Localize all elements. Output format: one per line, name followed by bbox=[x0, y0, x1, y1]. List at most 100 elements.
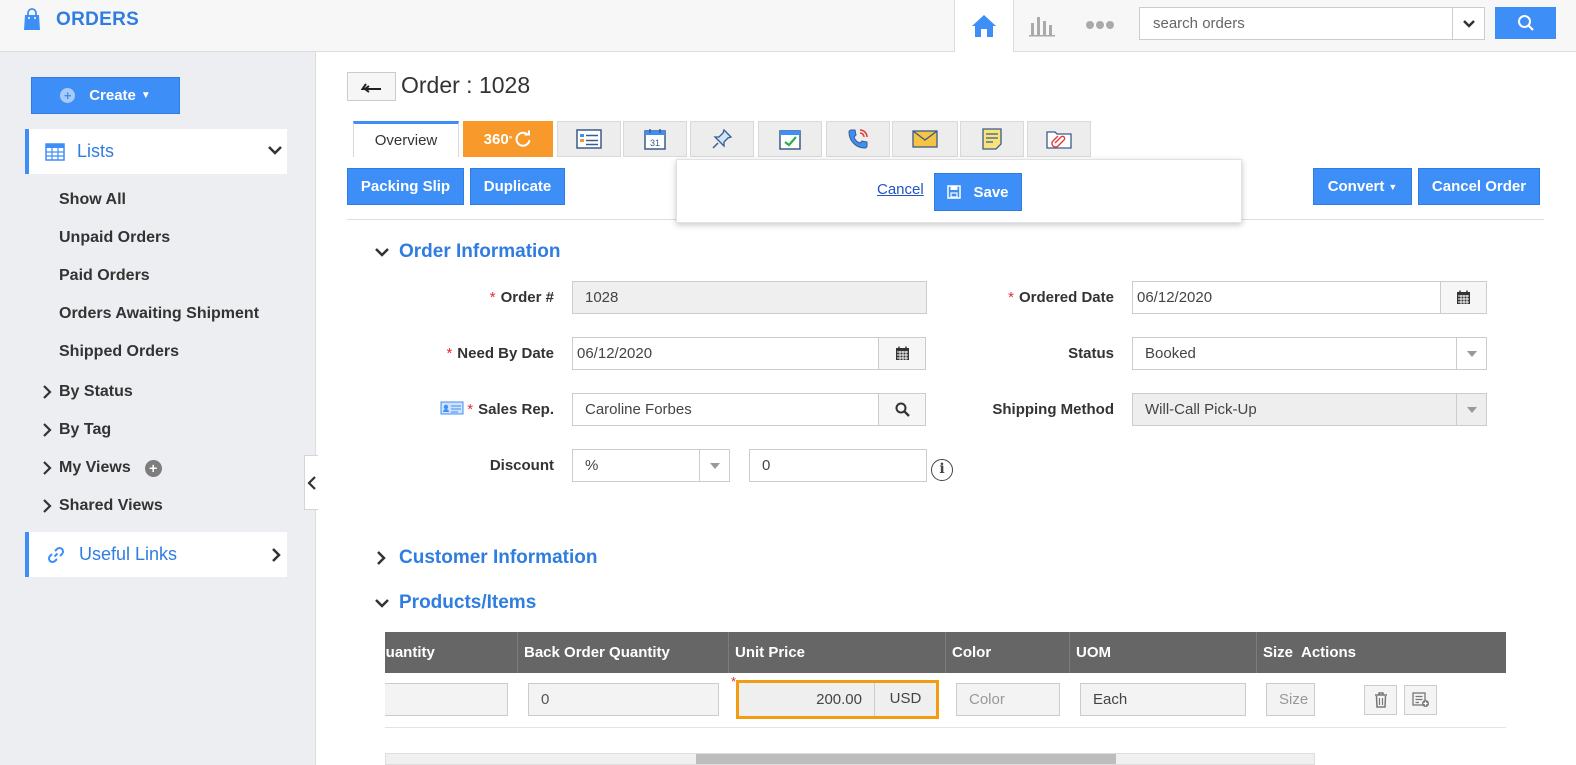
discount-type-dropdown-toggle[interactable] bbox=[699, 450, 729, 481]
column-header-unit-price[interactable]: Unit Price bbox=[735, 644, 805, 661]
status-select[interactable]: Booked bbox=[1132, 337, 1487, 370]
tab-emails[interactable] bbox=[892, 121, 958, 157]
field-placeholder: Size bbox=[1279, 691, 1309, 708]
search-icon bbox=[1517, 15, 1534, 31]
column-header-uom[interactable]: UOM bbox=[1076, 644, 1111, 661]
button-label: Convert bbox=[1327, 178, 1385, 195]
info-icon[interactable]: i bbox=[931, 459, 953, 481]
back-button[interactable] bbox=[347, 72, 396, 101]
row-divider bbox=[385, 727, 1506, 728]
packing-slip-button[interactable]: Packing Slip bbox=[347, 168, 464, 205]
horizontal-scrollbar[interactable] bbox=[385, 753, 1315, 765]
unit-price-field[interactable]: 200.00 USD bbox=[736, 680, 939, 719]
search-icon bbox=[895, 402, 910, 417]
column-divider bbox=[517, 632, 518, 673]
sidebar-group-my-views[interactable]: My Views + bbox=[40, 459, 162, 477]
field-value: Caroline Forbes bbox=[585, 401, 692, 418]
sidebar-useful-links[interactable]: Useful Links bbox=[25, 532, 287, 577]
create-button[interactable]: + Create ▼ bbox=[31, 77, 180, 114]
more-button[interactable] bbox=[1080, 10, 1120, 40]
order-number-field[interactable]: 1028 bbox=[572, 281, 927, 314]
section-order-information[interactable]: Order Information bbox=[374, 241, 561, 263]
add-view-icon[interactable]: + bbox=[144, 459, 162, 477]
need-by-date-field[interactable]: 06/12/2020 bbox=[572, 337, 926, 370]
ordered-date-picker[interactable] bbox=[1440, 281, 1487, 314]
sidebar-item-awaiting-shipment[interactable]: Orders Awaiting Shipment bbox=[59, 305, 259, 323]
sidebar-group-shared-views[interactable]: Shared Views bbox=[40, 497, 163, 515]
tab-notes-pin[interactable] bbox=[690, 121, 754, 157]
column-header-color[interactable]: Color bbox=[952, 644, 991, 661]
calendar-icon bbox=[895, 346, 909, 360]
scrollbar-thumb[interactable] bbox=[696, 754, 1116, 764]
app-brand[interactable]: ORDERS bbox=[22, 8, 139, 32]
home-icon bbox=[972, 15, 996, 37]
ordered-date-field[interactable]: 06/12/2020 bbox=[1132, 281, 1487, 314]
color-field[interactable]: Color bbox=[956, 683, 1060, 716]
refresh-icon bbox=[515, 130, 531, 147]
sidebar-group-by-tag[interactable]: By Tag bbox=[40, 421, 111, 439]
cancel-order-button[interactable]: Cancel Order bbox=[1418, 168, 1540, 205]
discount-type-select[interactable]: % bbox=[572, 449, 730, 482]
sidebar-item-shipped-orders[interactable]: Shipped Orders bbox=[59, 343, 179, 361]
section-customer-information[interactable]: Customer Information bbox=[374, 547, 597, 569]
envelope-icon bbox=[912, 130, 938, 148]
group-label: My Views bbox=[59, 459, 131, 476]
status-dropdown-toggle[interactable] bbox=[1456, 338, 1486, 369]
column-divider bbox=[728, 632, 729, 673]
need-by-date-picker[interactable] bbox=[878, 337, 926, 370]
column-header-size[interactable]: Size bbox=[1263, 644, 1293, 661]
field-value: 1028 bbox=[585, 289, 619, 306]
field-value: 0 bbox=[541, 691, 550, 708]
back-order-quantity-field[interactable]: 0 bbox=[528, 683, 719, 716]
bar-chart-icon bbox=[1029, 17, 1055, 37]
search-button[interactable] bbox=[1495, 7, 1556, 39]
shopping-bag-icon bbox=[24, 8, 40, 30]
row-details-button[interactable] bbox=[1404, 685, 1437, 715]
duplicate-button[interactable]: Duplicate bbox=[470, 168, 565, 205]
cancel-link[interactable]: Cancel bbox=[877, 181, 924, 198]
sidebar-collapse-toggle[interactable] bbox=[304, 455, 318, 510]
sidebar: + Create ▼ Lists Show All Unpaid Orders … bbox=[0, 52, 316, 765]
tab-notes[interactable] bbox=[960, 121, 1024, 157]
button-label: Cancel Order bbox=[1431, 178, 1527, 195]
header-clip: Quantity bbox=[385, 632, 515, 673]
column-header-quantity[interactable]: Quantity bbox=[385, 644, 435, 661]
sidebar-item-unpaid-orders[interactable]: Unpaid Orders bbox=[59, 229, 170, 247]
tab-360-view[interactable]: 360 ° bbox=[463, 121, 553, 157]
tab-calendar[interactable]: 31 bbox=[623, 121, 687, 157]
convert-button[interactable]: Convert ▼ bbox=[1313, 168, 1412, 205]
sidebar-lists-header[interactable]: Lists bbox=[25, 129, 287, 174]
tab-attachments[interactable] bbox=[1027, 121, 1091, 157]
quantity-field[interactable] bbox=[385, 683, 508, 716]
sidebar-group-by-status[interactable]: By Status bbox=[40, 383, 133, 401]
page-title: Order : 1028 bbox=[401, 72, 531, 98]
search-scope-dropdown[interactable] bbox=[1452, 8, 1484, 39]
shipping-method-select[interactable]: Will-Call Pick-Up bbox=[1132, 393, 1487, 426]
column-divider bbox=[1256, 632, 1257, 673]
section-products-items[interactable]: Products/Items bbox=[374, 592, 536, 614]
sales-rep-lookup-button[interactable] bbox=[878, 393, 926, 426]
search-box bbox=[1139, 7, 1485, 40]
chevron-right-icon bbox=[377, 551, 386, 565]
tab-calls[interactable] bbox=[826, 121, 890, 157]
column-header-back-order-quantity[interactable]: Back Order Quantity bbox=[524, 644, 670, 661]
uom-field[interactable]: Each bbox=[1080, 683, 1246, 716]
tab-tasks[interactable] bbox=[758, 121, 822, 157]
label-text: Need By Date bbox=[457, 345, 554, 362]
tab-details[interactable] bbox=[557, 121, 621, 157]
sidebar-item-show-all[interactable]: Show All bbox=[59, 191, 126, 209]
attachment-folder-icon bbox=[1046, 131, 1072, 149]
tab-overview[interactable]: Overview bbox=[353, 121, 459, 157]
shipping-dropdown-toggle[interactable] bbox=[1456, 394, 1486, 425]
size-field[interactable]: Size bbox=[1266, 683, 1315, 716]
search-input[interactable] bbox=[1140, 8, 1452, 39]
home-button[interactable] bbox=[954, 0, 1014, 52]
group-label: Shared Views bbox=[59, 497, 163, 514]
delete-row-button[interactable] bbox=[1364, 685, 1397, 715]
caret-down-icon bbox=[1466, 350, 1477, 357]
analytics-button[interactable] bbox=[1024, 10, 1060, 40]
sales-rep-field[interactable]: Caroline Forbes bbox=[572, 393, 926, 426]
save-button[interactable]: Save bbox=[934, 173, 1022, 211]
discount-value-field[interactable]: 0 bbox=[749, 449, 927, 482]
sidebar-item-paid-orders[interactable]: Paid Orders bbox=[59, 267, 150, 285]
